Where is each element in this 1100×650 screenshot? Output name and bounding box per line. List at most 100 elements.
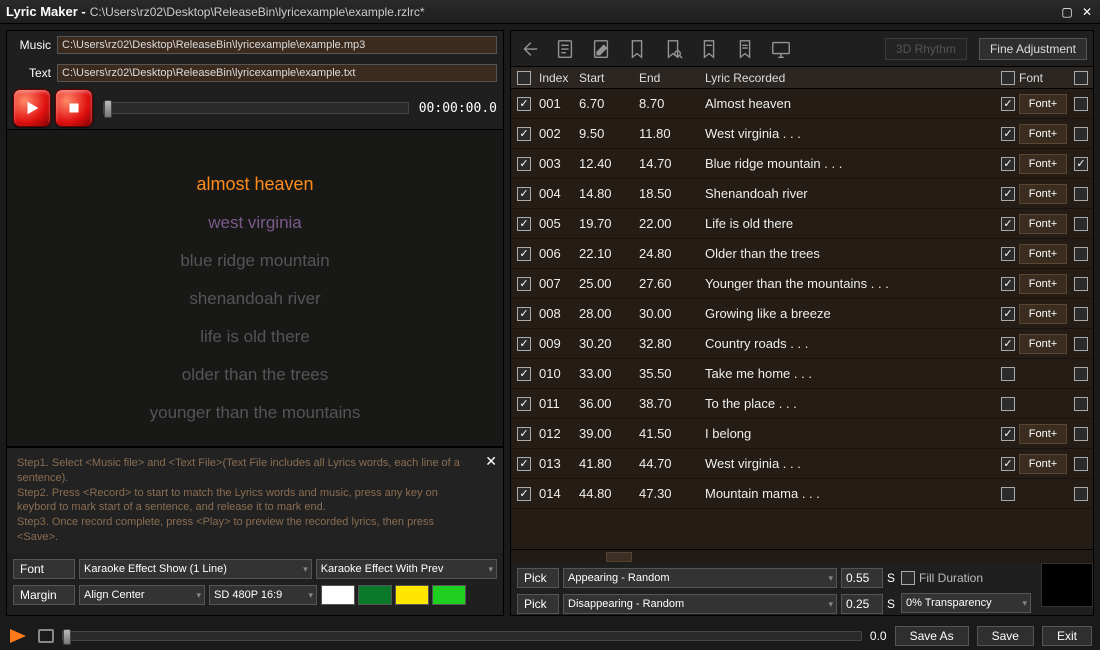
font-plus-button[interactable]: Font+ <box>1019 214 1067 234</box>
row-font-checkbox[interactable] <box>1001 187 1015 201</box>
lyric-grid[interactable]: 0016.708.70Almost heavenFont+0029.5011.8… <box>511 89 1093 549</box>
col-lyric[interactable]: Lyric Recorded <box>701 71 997 85</box>
resolution-dropdown[interactable]: SD 480P 16:9 <box>209 585 317 605</box>
row-tail-checkbox[interactable] <box>1074 157 1088 171</box>
font-plus-button[interactable]: Font+ <box>1019 274 1067 294</box>
row-font-checkbox[interactable] <box>1001 427 1015 441</box>
row-font-checkbox[interactable] <box>1001 217 1015 231</box>
close-icon[interactable]: ✕ <box>1080 5 1094 19</box>
row-checkbox[interactable] <box>517 487 531 501</box>
row-font-checkbox[interactable] <box>1001 337 1015 351</box>
row-tail-checkbox[interactable] <box>1074 307 1088 321</box>
disappearing-duration-input[interactable]: 0.25 <box>841 594 883 614</box>
col-start[interactable]: Start <box>579 71 639 85</box>
music-path-input[interactable]: C:\Users\rz02\Desktop\ReleaseBin\lyricex… <box>57 36 497 54</box>
row-tail-checkbox[interactable] <box>1074 337 1088 351</box>
font-plus-button[interactable]: Font+ <box>1019 334 1067 354</box>
table-row[interactable]: 00414.8018.50Shenandoah riverFont+ <box>511 179 1093 209</box>
footer-stop-button[interactable] <box>38 629 54 643</box>
3d-rhythm-button[interactable]: 3D Rhythm <box>885 38 967 60</box>
font-effect1-dropdown[interactable]: Karaoke Effect Show (1 Line) <box>79 559 312 579</box>
row-tail-checkbox[interactable] <box>1074 457 1088 471</box>
help-close-icon[interactable]: ✕ <box>485 452 497 471</box>
font-plus-button[interactable]: Font+ <box>1019 94 1067 114</box>
font-plus-button[interactable]: Font+ <box>1019 304 1067 324</box>
table-row[interactable]: 00519.7022.00Life is old thereFont+ <box>511 209 1093 239</box>
table-row[interactable]: 00725.0027.60Younger than the mountains … <box>511 269 1093 299</box>
table-row[interactable]: 0029.5011.80West virginia . . .Font+ <box>511 119 1093 149</box>
fill-duration-checkbox[interactable] <box>901 571 915 585</box>
table-row[interactable]: 00828.0030.00Growing like a breezeFont+ <box>511 299 1093 329</box>
maximize-icon[interactable]: ▢ <box>1060 5 1074 19</box>
row-checkbox[interactable] <box>517 367 531 381</box>
font-all-checkbox[interactable] <box>1001 71 1015 85</box>
color-swatch[interactable] <box>395 585 429 605</box>
transparency-dropdown[interactable]: 0% Transparency <box>901 593 1031 613</box>
row-checkbox[interactable] <box>517 427 531 441</box>
row-font-checkbox[interactable] <box>1001 397 1015 411</box>
row-font-checkbox[interactable] <box>1001 277 1015 291</box>
font-plus-button[interactable]: Font+ <box>1019 244 1067 264</box>
row-tail-checkbox[interactable] <box>1074 487 1088 501</box>
row-tail-checkbox[interactable] <box>1074 247 1088 261</box>
row-font-checkbox[interactable] <box>1001 127 1015 141</box>
table-row[interactable]: 01033.0035.50Take me home . . . <box>511 359 1093 389</box>
exit-button[interactable]: Exit <box>1042 626 1092 646</box>
appearing-duration-input[interactable]: 0.55 <box>841 568 883 588</box>
saveas-button[interactable]: Save As <box>895 626 969 646</box>
disappearing-dropdown[interactable]: Disappearing - Random <box>563 594 837 614</box>
row-checkbox[interactable] <box>517 247 531 261</box>
edit-page-icon[interactable] <box>589 37 613 61</box>
tail-all-checkbox[interactable] <box>1074 71 1088 85</box>
row-font-checkbox[interactable] <box>1001 157 1015 171</box>
row-font-checkbox[interactable] <box>1001 247 1015 261</box>
fine-adjustment-button[interactable]: Fine Adjustment <box>979 38 1087 60</box>
row-tail-checkbox[interactable] <box>1074 427 1088 441</box>
seek-slider[interactable] <box>103 102 409 114</box>
stop-button[interactable] <box>55 89 93 127</box>
table-row[interactable]: 01136.0038.70To the place . . . <box>511 389 1093 419</box>
table-row[interactable]: 0016.708.70Almost heavenFont+ <box>511 89 1093 119</box>
row-checkbox[interactable] <box>517 97 531 111</box>
row-font-checkbox[interactable] <box>1001 457 1015 471</box>
footer-seek-slider[interactable] <box>62 631 862 641</box>
font-effect2-dropdown[interactable]: Karaoke Effect With Prev <box>316 559 497 579</box>
font-plus-button[interactable]: Font+ <box>1019 184 1067 204</box>
col-index[interactable]: Index <box>537 71 579 85</box>
row-font-checkbox[interactable] <box>1001 367 1015 381</box>
save-button[interactable]: Save <box>977 626 1034 646</box>
row-tail-checkbox[interactable] <box>1074 217 1088 231</box>
row-checkbox[interactable] <box>517 307 531 321</box>
bookmark2-icon[interactable] <box>697 37 721 61</box>
row-font-checkbox[interactable] <box>1001 487 1015 501</box>
table-row[interactable]: 00930.2032.80Country roads . . .Font+ <box>511 329 1093 359</box>
row-checkbox[interactable] <box>517 187 531 201</box>
color-swatch[interactable] <box>432 585 466 605</box>
font-plus-button[interactable]: Font+ <box>1019 454 1067 474</box>
row-tail-checkbox[interactable] <box>1074 97 1088 111</box>
row-font-checkbox[interactable] <box>1001 307 1015 321</box>
table-row[interactable]: 01239.0041.50I belongFont+ <box>511 419 1093 449</box>
row-checkbox[interactable] <box>517 157 531 171</box>
col-font[interactable]: Font <box>1019 71 1069 85</box>
search-bookmark-icon[interactable] <box>661 37 685 61</box>
color-swatch[interactable] <box>321 585 355 605</box>
font-plus-button[interactable]: Font+ <box>1019 154 1067 174</box>
font-plus-button[interactable]: Font+ <box>1019 124 1067 144</box>
play-button[interactable] <box>13 89 51 127</box>
row-tail-checkbox[interactable] <box>1074 127 1088 141</box>
row-checkbox[interactable] <box>517 457 531 471</box>
table-row[interactable]: 00622.1024.80Older than the treesFont+ <box>511 239 1093 269</box>
row-tail-checkbox[interactable] <box>1074 367 1088 381</box>
select-all-checkbox[interactable] <box>517 71 531 85</box>
row-tail-checkbox[interactable] <box>1074 397 1088 411</box>
footer-play-button[interactable] <box>8 627 30 645</box>
row-tail-checkbox[interactable] <box>1074 187 1088 201</box>
row-tail-checkbox[interactable] <box>1074 277 1088 291</box>
color-swatch[interactable] <box>358 585 392 605</box>
bookmark3-icon[interactable] <box>733 37 757 61</box>
col-end[interactable]: End <box>639 71 701 85</box>
lyric-page-icon[interactable] <box>553 37 577 61</box>
bookmark-icon[interactable] <box>625 37 649 61</box>
row-font-checkbox[interactable] <box>1001 97 1015 111</box>
